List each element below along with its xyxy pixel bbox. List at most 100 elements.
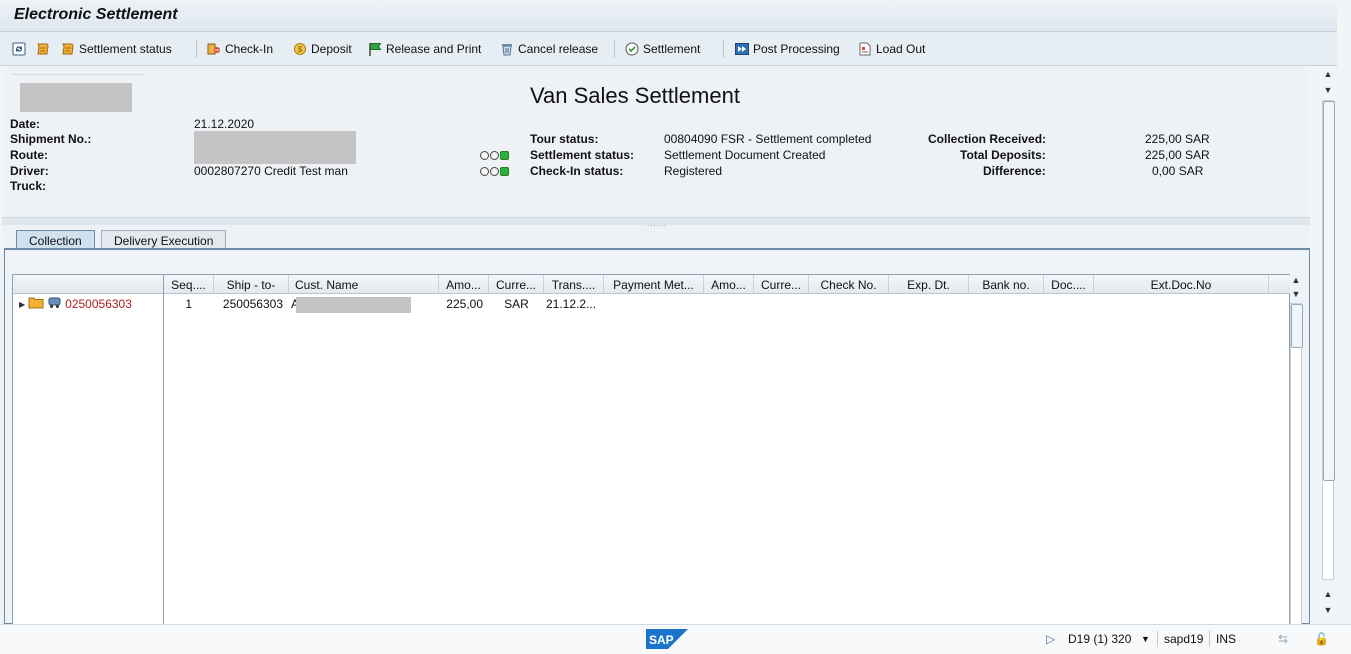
page-scroll-down-bottom-button[interactable]: ▼ [1322, 604, 1334, 616]
tour-status-label: Tour status: [530, 132, 599, 146]
settlement-status-value: Settlement Document Created [664, 148, 826, 162]
check-in-status-light [480, 167, 509, 176]
release-and-print-button[interactable]: Release and Print [367, 39, 481, 59]
settlement-label: Settlement [643, 42, 701, 56]
column-header[interactable]: Trans.... [544, 275, 604, 294]
trash-icon [499, 41, 515, 57]
settlement-status-light [480, 151, 509, 160]
cell-currency[interactable]: SAR [489, 297, 544, 313]
check-in-button[interactable]: Check-In [206, 39, 273, 59]
cell-ship-to[interactable]: 250056303 [214, 297, 289, 313]
truck-label: Truck: [10, 179, 47, 193]
page-scroll-up-bottom-button[interactable]: ▲ [1322, 588, 1334, 600]
toolbar-separator [196, 40, 197, 58]
settlement-status-label: Settlement status [79, 42, 172, 56]
column-header[interactable]: Curre... [754, 275, 809, 294]
server-name: sapd19 [1164, 632, 1204, 646]
column-header[interactable]: Seq.... [164, 275, 214, 294]
settlement-button[interactable]: Settlement [624, 39, 700, 59]
column-header[interactable]: Curre... [489, 275, 544, 294]
grid-scrollbar[interactable]: ▲ ▼ [1290, 274, 1303, 626]
deposit-button[interactable]: $ Deposit [292, 39, 352, 59]
load-out-label: Load Out [876, 42, 926, 56]
collection-received-value: 225,00 SAR [1145, 132, 1210, 146]
system-info[interactable]: D19 (1) 320 [1068, 632, 1131, 646]
column-header[interactable]: Check No. [809, 275, 889, 294]
light-off [480, 167, 489, 176]
date-value: 21.12.2020 [194, 117, 255, 131]
expand-arrow-icon[interactable]: ▶ [19, 300, 25, 309]
cell-trans[interactable]: 21.12.2... [544, 297, 604, 313]
total-deposits-value: 225,00 SAR [1145, 148, 1210, 162]
settlement-status-label-field: Settlement status: [530, 148, 635, 162]
column-header[interactable]: Amo... [704, 275, 754, 294]
transfer-icon[interactable]: ⇆ [1278, 632, 1288, 646]
column-header[interactable]: Payment Met... [604, 275, 704, 294]
date-label: Date: [10, 117, 41, 131]
folder-icon [28, 296, 44, 312]
cell-seq[interactable]: 1 [164, 297, 214, 313]
cust-name-redacted [296, 297, 411, 313]
tab-delivery-execution[interactable]: Delivery Execution [101, 230, 227, 249]
tour-status-value: 00804090 FSR - Settlement completed [664, 132, 872, 146]
coin-icon: $ [292, 41, 308, 57]
title-bar: Electronic Settlement [0, 0, 1337, 32]
logo-image [20, 83, 132, 112]
deposit-label: Deposit [311, 42, 352, 56]
tree-node[interactable]: ▶ 0250056303 [19, 296, 132, 312]
green-flag-icon [367, 41, 383, 57]
light-off [490, 167, 499, 176]
status-separator [1209, 631, 1210, 647]
shipment-label: Shipment No.: [10, 132, 92, 146]
checkin-icon [206, 41, 222, 57]
column-header[interactable]: Amo... [439, 275, 489, 294]
tab-collection[interactable]: Collection [16, 230, 95, 249]
scroll-down-button[interactable]: ▼ [1290, 288, 1302, 300]
cell-amount[interactable]: 225,00 [439, 297, 489, 313]
refresh-button[interactable] [11, 39, 27, 59]
check-clock-icon [624, 41, 640, 57]
light-off [490, 151, 499, 160]
column-header[interactable]: Doc.... [1044, 275, 1094, 294]
column-header[interactable]: Ship - to- [214, 275, 289, 294]
check-in-status-label: Check-In status: [530, 164, 624, 178]
tab-strip: Collection Delivery Execution [2, 230, 1310, 249]
post-processing-button[interactable]: Post Processing [734, 39, 840, 59]
truck-icon [47, 296, 62, 312]
page-scroll-thumb[interactable] [1323, 101, 1335, 481]
grip-dots: ...... [647, 219, 667, 228]
page-scroll-up-button[interactable]: ▲ [1322, 68, 1334, 80]
scroll-button[interactable] [35, 39, 51, 59]
load-out-button[interactable]: Load Out [857, 39, 925, 59]
fast-forward-icon [734, 41, 750, 57]
settlement-status-button[interactable]: Settlement status [60, 39, 172, 59]
route-label: Route: [10, 148, 48, 162]
document-icon [857, 41, 873, 57]
column-header[interactable]: Cust. Name [289, 275, 439, 294]
input-mode[interactable]: INS [1216, 632, 1236, 646]
scroll-up-button[interactable]: ▲ [1290, 274, 1302, 286]
page-scroll-down-button[interactable]: ▼ [1322, 84, 1334, 96]
column-header[interactable]: Exp. Dt. [889, 275, 969, 294]
tree-header [13, 275, 163, 294]
column-header[interactable]: Bank no. [969, 275, 1044, 294]
scroll-icon [35, 41, 51, 57]
cell-cust-name[interactable]: A [289, 297, 439, 313]
tree-column: ▶ 0250056303 [13, 275, 164, 626]
chevron-down-icon[interactable]: ▼ [1141, 634, 1150, 644]
status-bar: SAP ▷ D19 (1) 320 ▼ sapd19 INS ⇆ 🔓 [0, 624, 1351, 654]
shipment-value-redacted [194, 131, 356, 164]
scroll-track[interactable] [1290, 303, 1303, 626]
page-scroll-track[interactable] [1322, 100, 1335, 580]
scroll-thumb[interactable] [1291, 304, 1303, 348]
play-icon[interactable]: ▷ [1046, 632, 1055, 646]
svg-text:SAP: SAP [649, 633, 674, 647]
lock-icon[interactable]: 🔓 [1314, 632, 1329, 646]
cancel-release-button[interactable]: Cancel release [499, 39, 598, 59]
splitter-handle[interactable]: ...... [2, 217, 1310, 228]
column-header[interactable]: Ext.Doc.No [1094, 275, 1269, 294]
page-scrollbar[interactable]: ▲ ▼ ▲ ▼ [1322, 68, 1335, 622]
toolbar-separator [723, 40, 724, 58]
driver-value: 0002807270 Credit Test man [194, 164, 348, 178]
tree-node-label[interactable]: 0250056303 [65, 297, 132, 311]
